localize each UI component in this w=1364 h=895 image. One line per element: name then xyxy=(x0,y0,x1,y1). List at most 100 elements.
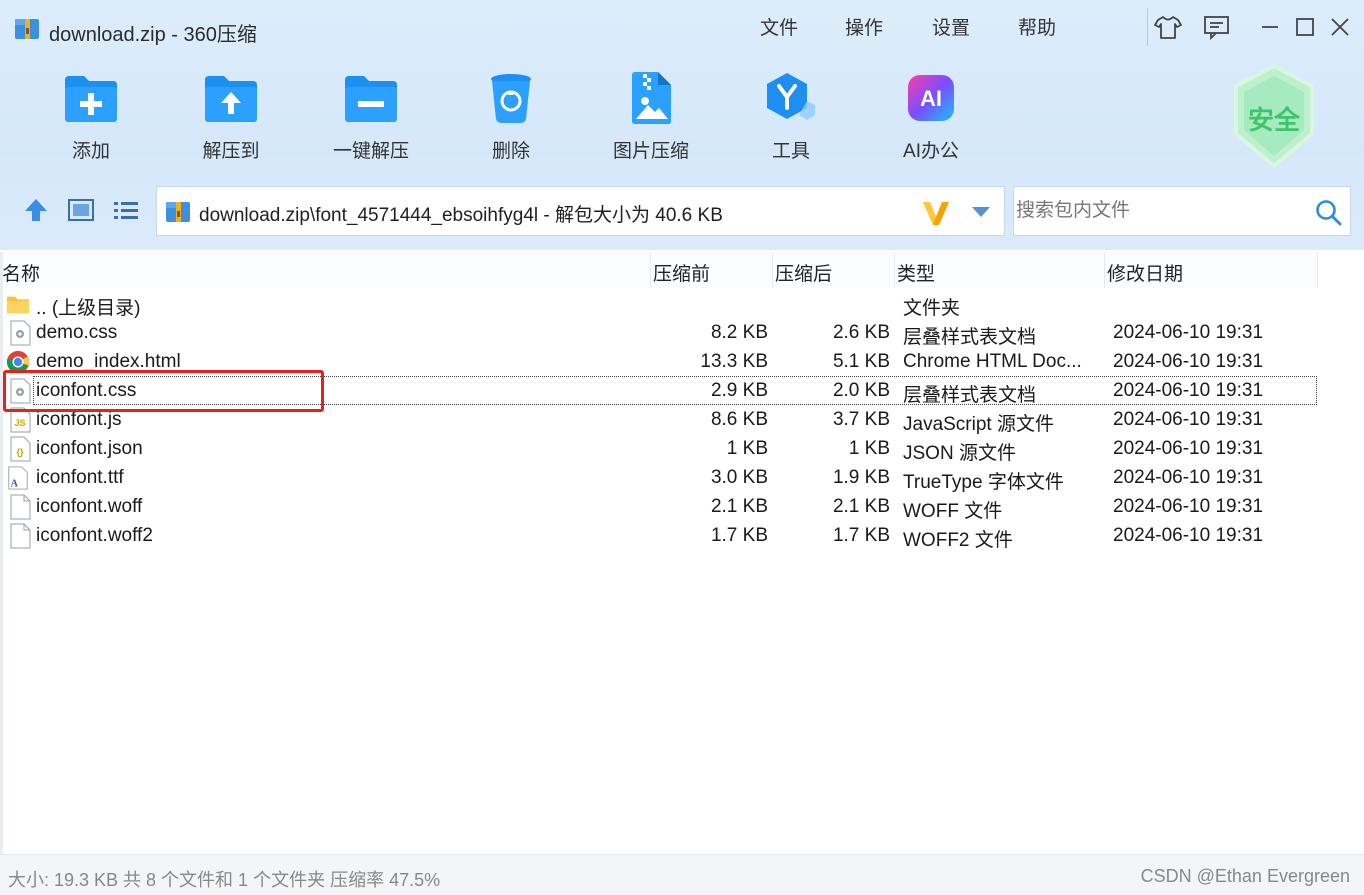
list-view-icon xyxy=(114,202,138,219)
menu-settings[interactable]: 设置 xyxy=(932,13,970,39)
toolbar-extract-to-button[interactable]: 解压到 xyxy=(181,68,281,164)
file-packed-size: 1.7 KB xyxy=(832,525,890,546)
file-packed-size: 2.0 KB xyxy=(832,380,890,401)
list-item[interactable]: iconfont.woff2 1.7 KB 1.7 KB WOFF2 文件 20… xyxy=(0,521,1318,551)
list-item[interactable]: A iconfont.ttf 3.0 KB 1.9 KB TrueType 字体… xyxy=(0,463,1318,493)
column-header-name[interactable]: 名称 xyxy=(2,252,651,288)
address-bar[interactable]: download.zip\font_4571444_ebsoihfyg4l - … xyxy=(156,186,1005,236)
list-item[interactable]: iconfont.woff 2.1 KB 2.1 KB WOFF 文件 2024… xyxy=(0,492,1318,522)
file-type: WOFF2 文件 xyxy=(903,530,1013,551)
zip-archive-icon xyxy=(166,202,190,222)
toolbar-tools-label: 工具 xyxy=(771,141,810,162)
security-badge[interactable]: 安全 xyxy=(1228,62,1320,170)
close-icon xyxy=(1331,18,1349,36)
menu-file[interactable]: 文件 xyxy=(760,13,798,39)
file-packed-size: 2.1 KB xyxy=(832,496,890,517)
add-folder-icon xyxy=(61,68,121,128)
file-list-header: 名称 压缩前 压缩后 类型 修改日期 xyxy=(0,252,1318,288)
file-size: 2.9 KB xyxy=(710,380,768,401)
column-header-packed[interactable]: 压缩后 xyxy=(775,252,895,288)
file-size: 13.3 KB xyxy=(700,351,768,372)
menu-help[interactable]: 帮助 xyxy=(1018,13,1056,39)
file-size: 8.2 KB xyxy=(710,322,768,343)
zip-archive-icon xyxy=(15,19,39,39)
file-packed-size: 1 KB xyxy=(848,438,890,459)
list-view-button[interactable] xyxy=(112,196,140,224)
search-input[interactable] xyxy=(1016,195,1306,227)
file-size: 1.7 KB xyxy=(710,525,768,546)
file-date: 2024-06-10 19:31 xyxy=(1113,380,1264,401)
close-button[interactable] xyxy=(1325,12,1355,42)
file-date: 2024-06-10 19:31 xyxy=(1113,467,1264,488)
tools-icon xyxy=(761,68,821,128)
list-item[interactable]: {} iconfont.json 1 KB 1 KB JSON 源文件 2024… xyxy=(0,434,1318,464)
file-name: iconfont.js xyxy=(36,409,122,430)
file-size: 1 KB xyxy=(726,438,768,459)
file-type: WOFF 文件 xyxy=(903,501,1003,522)
css-file-icon xyxy=(10,320,31,346)
toolbar-add-button[interactable]: 添加 xyxy=(41,68,141,164)
watermark-text: CSDN @Ethan Evergreen xyxy=(1140,866,1350,886)
minimize-button[interactable] xyxy=(1255,12,1285,42)
search-box[interactable] xyxy=(1013,186,1351,236)
file-type: JSON 源文件 xyxy=(903,443,1016,464)
file-type: 层叠样式表文档 xyxy=(903,327,1037,348)
list-item[interactable]: .. (上级目录) 文件夹 xyxy=(0,289,1318,319)
toolbar-one-click-extract-label: 一键解压 xyxy=(332,141,409,162)
blank-file-icon xyxy=(10,523,31,549)
file-list[interactable]: 名称 压缩前 压缩后 类型 修改日期 .. (上级目录) 文件夹 demo.cs… xyxy=(0,252,1364,854)
file-date: 2024-06-10 19:31 xyxy=(1113,409,1264,430)
file-type: 文件夹 xyxy=(903,298,961,319)
svg-text:AI: AI xyxy=(920,86,942,111)
toolbar-delete-button[interactable]: 删除 xyxy=(461,68,561,164)
menu-operate[interactable]: 操作 xyxy=(845,13,883,39)
file-name: iconfont.woff xyxy=(36,496,143,517)
address-path: download.zip\font_4571444_ebsoihfyg4l - … xyxy=(199,205,723,226)
search-icon[interactable] xyxy=(1314,198,1342,226)
svg-text:A: A xyxy=(11,478,19,489)
up-button[interactable] xyxy=(22,196,50,224)
toolbar-ai-office-button[interactable]: AI AI办公 xyxy=(881,68,981,164)
column-header-size[interactable]: 压缩前 xyxy=(653,252,773,288)
toolbar-image-compress-button[interactable]: 图片压缩 xyxy=(601,68,701,164)
file-name: iconfont.ttf xyxy=(36,467,124,488)
file-date: 2024-06-10 19:31 xyxy=(1113,438,1264,459)
file-name: .. (上级目录) xyxy=(36,298,141,319)
file-type: Chrome HTML Doc... xyxy=(903,351,1082,372)
security-badge-label: 安全 xyxy=(1247,105,1300,135)
toolbar-tools-button[interactable]: 工具 xyxy=(741,68,841,164)
file-packed-size: 1.9 KB xyxy=(832,467,890,488)
file-type: TrueType 字体文件 xyxy=(903,472,1064,493)
window-title: download.zip - 360压缩 xyxy=(49,24,257,46)
font-file-icon: A xyxy=(8,466,28,490)
file-date: 2024-06-10 19:31 xyxy=(1113,525,1264,546)
file-packed-size: 2.6 KB xyxy=(832,322,890,343)
status-bar: 大小: 19.3 KB 共 8 个文件和 1 个文件夹 压缩率 47.5% CS… xyxy=(0,854,1364,895)
list-item[interactable]: demo.css 8.2 KB 2.6 KB 层叠样式表文档 2024-06-1… xyxy=(0,318,1318,348)
column-header-date[interactable]: 修改日期 xyxy=(1107,252,1318,288)
svg-text:JS: JS xyxy=(14,418,25,428)
column-header-type[interactable]: 类型 xyxy=(897,252,1105,288)
vip-v-icon[interactable] xyxy=(921,199,951,227)
ai-office-icon: AI xyxy=(901,68,961,128)
thumbnail-view-button[interactable] xyxy=(67,196,95,224)
arrow-up-icon xyxy=(25,199,47,221)
toolbar-one-click-extract-button[interactable]: 一键解压 xyxy=(321,68,421,164)
file-size: 2.1 KB xyxy=(710,496,768,517)
status-summary: 大小: 19.3 KB 共 8 个文件和 1 个文件夹 压缩率 47.5% xyxy=(8,870,441,890)
skin-button[interactable] xyxy=(1153,12,1183,42)
file-date: 2024-06-10 19:31 xyxy=(1113,496,1264,517)
message-icon xyxy=(1204,16,1229,40)
file-packed-size: 3.7 KB xyxy=(832,409,890,430)
svg-text:{}: {} xyxy=(16,447,24,457)
thumbnail-view-icon xyxy=(68,199,94,221)
title-bar: download.zip - 360压缩 文件 操作 设置 帮助 xyxy=(0,0,1364,56)
toolbar-ai-office-label: AI办公 xyxy=(903,141,959,162)
file-size: 3.0 KB xyxy=(710,467,768,488)
file-size: 8.6 KB xyxy=(710,409,768,430)
blank-file-icon xyxy=(10,494,31,520)
chevron-down-icon[interactable] xyxy=(971,205,991,219)
feedback-button[interactable] xyxy=(1202,12,1232,42)
json-file-icon: {} xyxy=(10,436,31,462)
maximize-button[interactable] xyxy=(1290,12,1320,42)
